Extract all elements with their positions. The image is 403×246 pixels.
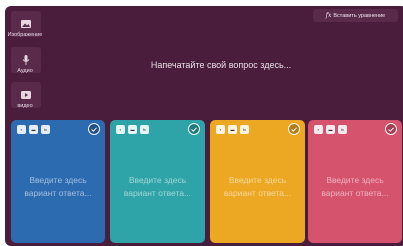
function-icon[interactable]: fx [140,125,149,134]
correct-answer-checkbox[interactable] [88,123,100,135]
answer-placeholder-line-1: Введите здесь [128,175,187,185]
image-icon[interactable]: ▬ [228,125,237,134]
answer-placeholder-line-1: Введите здесь [29,175,87,185]
image-icon[interactable]: ▬ [29,125,38,134]
answer-input[interactable]: Введите здесь вариант ответа... [312,174,398,200]
question-input[interactable]: Напечатайте свой вопрос здесь... [40,20,402,110]
answer-input[interactable]: Введите здесь вариант ответа... [15,174,101,200]
check-icon [191,126,197,132]
answer-placeholder-line-1: Введите здесь [228,175,287,185]
video-icon [21,91,31,99]
image-icon[interactable]: ▬ [128,125,137,134]
answer-placeholder-line-2: вариант ответа... [123,188,192,198]
format-icon[interactable]: ▪ [314,125,323,134]
image-icon[interactable]: ▬ [326,125,335,134]
format-icon[interactable]: ▪ [116,125,125,134]
check-icon [91,126,97,132]
answer-card-4[interactable]: ▪ ▬ fx Введите здесь вариант ответа... [308,120,402,243]
answer-card-2[interactable]: ▪ ▬ fx Введите здесь вариант ответа... [110,120,205,243]
correct-answer-checkbox[interactable] [188,123,200,135]
function-icon: fx [325,12,332,19]
answer-card-3[interactable]: ▪ ▬ fx Введите здесь вариант ответа... [210,120,305,243]
image-icon [21,20,31,28]
correct-answer-checkbox[interactable] [288,123,300,135]
answer-input[interactable]: Введите здесь вариант ответа... [114,174,201,200]
function-icon[interactable]: fx [240,125,249,134]
format-icon[interactable]: ▪ [216,125,225,134]
format-icon[interactable]: ▪ [17,125,26,134]
insert-equation-label: Вставить уравнение [333,12,386,19]
answer-placeholder-line-2: вариант ответа... [321,188,389,198]
correct-answer-checkbox[interactable] [385,123,397,135]
check-icon [388,126,394,132]
answer-card-1[interactable]: ▪ ▬ fx Введите здесь вариант ответа... [11,120,105,243]
function-icon[interactable]: fx [338,125,347,134]
question-placeholder: Напечатайте свой вопрос здесь... [150,60,292,70]
answer-input[interactable]: Введите здесь вариант ответа... [214,174,301,200]
answer-placeholder-line-2: вариант ответа... [223,188,292,198]
answer-placeholder-line-2: вариант ответа... [24,188,92,198]
answer-placeholder-line-1: Введите здесь [326,175,384,185]
function-icon[interactable]: fx [41,125,50,134]
microphone-icon [22,55,30,65]
check-icon [291,126,297,132]
